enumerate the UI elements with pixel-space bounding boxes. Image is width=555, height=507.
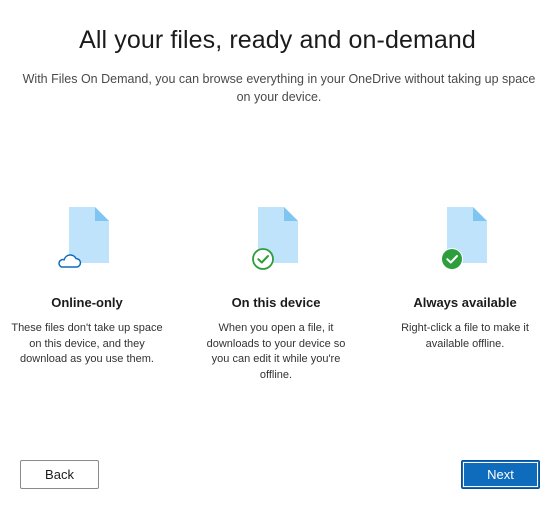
on-this-device-description: When you open a file, it downloads to yo… [206, 322, 346, 381]
always-available-description: Right-click a file to make it available … [401, 322, 529, 350]
option-always-available: Always available Right-click a file to m… [385, 205, 545, 352]
online-only-description: These files don't take up space on this … [11, 322, 163, 365]
always-available-illustration [385, 205, 545, 275]
file-icon [58, 207, 109, 268]
option-online-only: Online-only These files don't take up sp… [7, 205, 167, 368]
option-on-this-device: On this device When you open a file, it … [196, 205, 356, 383]
next-button[interactable]: Next [461, 460, 540, 489]
on-this-device-illustration [196, 205, 356, 275]
file-icon [441, 207, 487, 270]
check-outline-icon [252, 248, 274, 270]
page-subtitle: With Files On Demand, you can browse eve… [22, 72, 536, 104]
file-icon [252, 207, 298, 270]
online-only-title: Online-only [51, 295, 123, 310]
back-button[interactable]: Back [20, 460, 99, 489]
check-filled-icon [441, 248, 463, 270]
page-title: All your files, ready and on-demand [79, 26, 476, 54]
always-available-title: Always available [413, 295, 517, 310]
on-this-device-title: On this device [231, 295, 321, 310]
online-only-illustration [7, 205, 167, 275]
